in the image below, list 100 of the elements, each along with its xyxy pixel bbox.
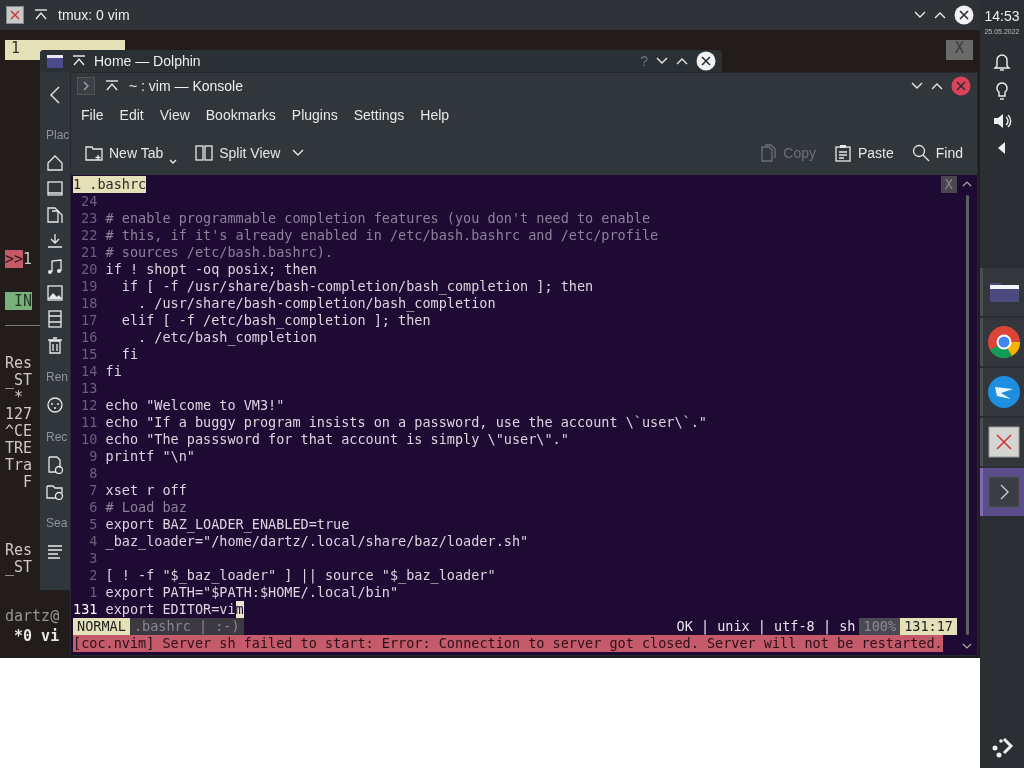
close-icon[interactable] [954, 5, 974, 25]
toolbar-button[interactable]: New Tab [79, 138, 184, 168]
document-clock-icon[interactable] [46, 456, 64, 474]
terminal-text: Res [5, 354, 33, 372]
task-button[interactable] [980, 367, 1024, 416]
line-number: 16 [80, 329, 98, 346]
scroll-up-icon[interactable] [962, 181, 972, 187]
section-label: Ren [45, 369, 68, 386]
code-line: _baz_loader="/home/dartz/.local/share/baz/loader.sh" [105, 533, 529, 550]
line-number: 6 [88, 499, 98, 516]
mode-label: IN [5, 292, 33, 310]
menu-item[interactable]: View [151, 102, 198, 128]
expand-arrow-icon[interactable] [998, 141, 1006, 154]
clock-time[interactable]: 14:53 [984, 6, 1020, 27]
maximize-icon[interactable] [934, 11, 946, 19]
network-icon[interactable] [46, 396, 64, 414]
home-icon[interactable] [46, 154, 64, 172]
folder-clock-icon[interactable] [46, 482, 64, 500]
ring-icon [986, 324, 1021, 359]
trash-icon[interactable] [46, 336, 64, 354]
task-button[interactable] [980, 267, 1024, 316]
code-line: # sources /etc/bash.bashrc). [105, 244, 334, 261]
menu-item[interactable]: File [73, 102, 112, 128]
tab-label[interactable]: 1 [11, 39, 21, 57]
line-number: 7 [88, 482, 98, 499]
plane-icon [986, 374, 1021, 409]
code-line: echo "Welcome to VM3!" [105, 397, 285, 414]
scroll-down-icon[interactable] [962, 643, 972, 649]
line-number: 11 [80, 414, 98, 431]
maximize-icon[interactable] [931, 82, 943, 90]
speaker-icon[interactable] [992, 111, 1012, 130]
terminal-text: _ST [5, 371, 33, 389]
code-line: echo "The passsword for that account is simply \"user\"." [105, 431, 569, 448]
code-line: elif [ -f /etc/bash_completion ]; then [120, 312, 431, 329]
line-number: 10 [80, 431, 98, 448]
back-icon[interactable] [50, 86, 60, 104]
line-number: 5 [88, 516, 98, 533]
section-label: Sea [45, 515, 68, 532]
task-button[interactable] [980, 317, 1024, 366]
terminal-text: _ST [5, 558, 33, 576]
terminal-text: *0 vi [13, 627, 60, 645]
line-number: 9 [88, 448, 98, 465]
line-number: 3 [88, 550, 98, 567]
code-line: # Load baz [105, 499, 187, 516]
search-icon [911, 144, 930, 162]
section-label: Rec [45, 429, 68, 446]
code-line: fi [120, 346, 138, 363]
film-icon[interactable] [46, 310, 64, 328]
folder-icon[interactable] [46, 53, 64, 69]
code-line: export PATH="$PATH:$HOME/.local/bin" [105, 584, 399, 601]
terminal-text: dartz@ [5, 607, 60, 625]
caret-icon[interactable] [292, 149, 305, 157]
menu-item[interactable]: Edit [111, 102, 152, 128]
line-number: 1 [88, 584, 98, 601]
scrollbar-track[interactable] [965, 195, 969, 635]
line-number: 22 [80, 227, 98, 244]
keep-above-icon[interactable] [34, 9, 48, 21]
image-icon[interactable] [46, 284, 64, 302]
minimize-icon[interactable] [914, 11, 926, 19]
line-number: 19 [80, 278, 98, 295]
code-line: export EDITOR=vi [105, 601, 236, 618]
menu-item[interactable]: Plugins [283, 102, 346, 128]
terminal-icon[interactable] [77, 77, 95, 95]
scroll-percent: 100% [859, 618, 901, 635]
minimize-icon[interactable] [656, 57, 668, 65]
line-number: 18 [80, 295, 98, 312]
terminal-text: 127 [5, 405, 33, 423]
line-number: 17 [80, 312, 98, 329]
lightbulb-icon[interactable] [995, 81, 1009, 102]
keep-above-icon[interactable] [105, 80, 119, 92]
documents-icon[interactable] [46, 206, 64, 224]
menu-item[interactable]: Settings [345, 102, 413, 128]
code-line: if [ -f /usr/share/bash-completion/bash_completion ]; then [120, 278, 594, 295]
task-button[interactable] [980, 417, 1024, 466]
line-number: 12 [80, 397, 98, 414]
download-icon[interactable] [46, 232, 64, 250]
error-message: [coc.nvim] Server sh failed to start: Error: Connection to server got closed. Server will not be restarted. [73, 635, 943, 652]
window-title: Home — Dolphin [94, 51, 201, 71]
terminal-text: F [22, 473, 33, 491]
toolbar-button[interactable]: Paste [827, 138, 900, 168]
cursor-position: 131:17 [900, 618, 957, 635]
maximize-icon[interactable] [676, 57, 688, 65]
window-title: tmux: 0 vim [58, 5, 130, 25]
tab-label[interactable]: 1 .bashrc [73, 176, 147, 193]
close-icon[interactable] [696, 51, 716, 71]
keep-above-icon[interactable] [72, 55, 86, 67]
window-icon[interactable] [46, 180, 64, 198]
toolbar-button[interactable]: Split View [189, 138, 287, 168]
search-button[interactable]: Find [905, 138, 969, 168]
launcher-icon[interactable] [990, 736, 1014, 758]
bell-icon[interactable] [993, 51, 1011, 72]
minimize-icon[interactable] [911, 82, 923, 90]
new-tab-icon [85, 144, 103, 162]
menu-item[interactable]: Help [412, 102, 458, 128]
code-line: . /usr/share/bash-completion/bash_completion [137, 295, 496, 312]
app-icon[interactable] [6, 6, 24, 24]
list-icon[interactable] [46, 542, 64, 560]
window-title: ~ : vim — Konsole [129, 76, 243, 96]
music-note-icon[interactable] [46, 258, 64, 276]
menu-item[interactable]: Bookmarks [197, 102, 284, 128]
